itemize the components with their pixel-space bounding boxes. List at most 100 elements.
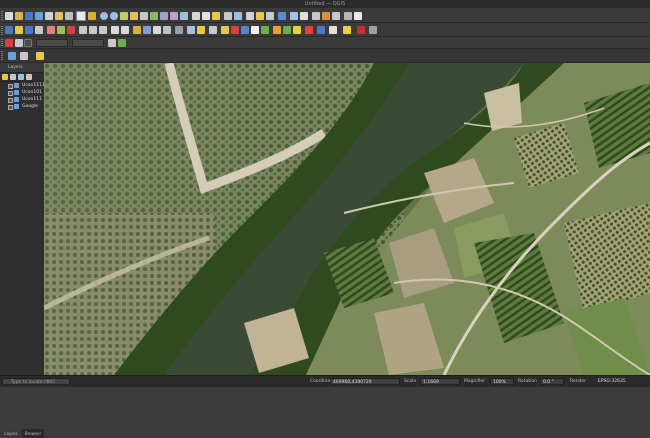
zoom-native-icon[interactable] [150,12,158,20]
vertex-tool-icon[interactable] [47,26,55,34]
satellite-imagery[interactable] [44,63,650,375]
toolbar-handle[interactable] [1,39,3,47]
field-calculator-icon[interactable] [278,12,286,20]
crs-button[interactable]: EPSG:32635 [598,376,626,387]
move-feature-icon[interactable] [57,26,65,34]
deselect-icon[interactable] [266,12,274,20]
save-as-icon[interactable] [35,12,43,20]
show-bookmarks-icon[interactable] [332,12,340,20]
new-project-icon[interactable] [5,12,13,20]
move-label-icon[interactable] [175,26,183,34]
processing-toolbox-icon[interactable] [261,26,269,34]
snap-intersection-icon[interactable] [118,39,126,47]
magnifier-field[interactable]: 100% [490,378,514,385]
text-annotation-icon[interactable] [344,12,352,20]
snapping-icon[interactable] [5,39,13,47]
annotation-icon[interactable] [354,12,362,20]
rotation-field[interactable]: 0.0 ° [540,378,564,385]
identify-icon[interactable] [224,12,232,20]
zoom-out-icon[interactable] [110,12,118,20]
add-feature-icon[interactable] [35,26,43,34]
layer-item[interactable]: Ucon1111 [0,82,44,89]
locator-search[interactable]: Type to locate (⌘K) [2,378,70,385]
filter-legend-icon[interactable] [26,74,32,80]
snap-mode-dropdown[interactable] [24,39,32,47]
current-edits-icon[interactable] [5,26,13,34]
render-label[interactable]: Render [570,376,586,387]
copy-features-icon[interactable] [89,26,97,34]
python-console-icon[interactable] [273,26,281,34]
raster-histogram-icon[interactable] [209,26,217,34]
zoom-to-layer-icon[interactable] [140,12,148,20]
save-project-icon[interactable] [25,12,33,20]
pin-labels-icon[interactable] [153,26,161,34]
zoom-full-icon[interactable] [120,12,128,20]
redo-icon[interactable] [121,26,129,34]
layer-item[interactable]: Ucon101 [0,89,44,96]
add-group-icon[interactable] [10,74,16,80]
toolbar-handle[interactable] [1,11,3,21]
tab-browser[interactable]: Browser [22,429,44,438]
save-edits-icon[interactable] [25,26,33,34]
open-project-icon[interactable] [15,12,23,20]
raster-contrast-icon[interactable] [231,26,239,34]
plugin-star-icon[interactable] [343,26,351,34]
layer-visibility-checkbox[interactable] [8,105,13,110]
statistics-icon[interactable] [300,12,308,20]
zoom-next-icon[interactable] [170,12,178,20]
cut-features-icon[interactable] [79,26,87,34]
plugin-extra-icon[interactable] [369,26,377,34]
toggle-editing-icon[interactable] [15,26,23,34]
snap-tolerance-field[interactable] [36,39,68,47]
open-attribute-table-icon[interactable] [234,12,242,20]
paste-features-icon[interactable] [99,26,107,34]
plugin-green-icon[interactable] [283,26,291,34]
georeferencer-icon[interactable] [251,26,259,34]
new-3d-view-icon[interactable] [192,12,200,20]
open-layer-styling-icon[interactable] [2,74,8,80]
layer-item[interactable]: Google [0,103,44,110]
delete-selected-icon[interactable] [67,26,75,34]
undo-icon[interactable] [111,26,119,34]
map-tips-icon[interactable] [312,12,320,20]
show-hide-labels-icon[interactable] [163,26,171,34]
plugin-b-icon[interactable] [20,52,28,60]
select-by-value-icon[interactable] [256,12,264,20]
raster-stretch-icon[interactable] [221,26,229,34]
refresh-icon[interactable] [212,12,220,20]
plugin-stop-icon[interactable] [357,26,365,34]
zoom-to-selection-icon[interactable] [130,12,138,20]
select-features-icon[interactable] [246,12,254,20]
pan-to-selection-icon[interactable] [88,12,96,20]
plugin-a-icon[interactable] [8,52,16,60]
snap-units-field[interactable] [72,39,104,47]
measure-icon[interactable] [290,12,298,20]
bookmark-icon[interactable] [322,12,330,20]
raster-brightness-icon[interactable] [241,26,249,34]
plugin-grid-icon[interactable] [329,26,337,34]
plugin-red-icon[interactable] [305,26,313,34]
manage-visibility-icon[interactable] [18,74,24,80]
pan-map-icon[interactable] [76,11,86,21]
zoom-in-icon[interactable] [100,12,108,20]
scale-field[interactable]: 1:1669 [420,378,460,385]
toolbar-handle[interactable] [1,26,3,35]
layer-item[interactable]: Ucon111 [0,96,44,103]
zoom-last-icon[interactable] [160,12,168,20]
plugin-c-icon[interactable] [36,52,44,60]
topology-icon[interactable] [108,39,116,47]
label-icon[interactable] [133,26,141,34]
plugin-yellow-icon[interactable] [293,26,301,34]
change-label-icon[interactable] [197,26,205,34]
rotate-label-icon[interactable] [187,26,195,34]
new-print-layout-icon[interactable] [45,12,53,20]
coordinate-field[interactable]: 469960,4390729 [330,378,400,385]
style-manager-icon[interactable] [65,12,73,20]
label-settings-icon[interactable] [143,26,151,34]
toolbar-handle[interactable] [1,51,3,61]
new-map-view-icon[interactable] [180,12,188,20]
temporal-controller-icon[interactable] [202,12,210,20]
map-canvas[interactable] [44,63,650,375]
tab-layers[interactable]: Layers [0,429,22,438]
layout-manager-icon[interactable] [55,12,63,20]
